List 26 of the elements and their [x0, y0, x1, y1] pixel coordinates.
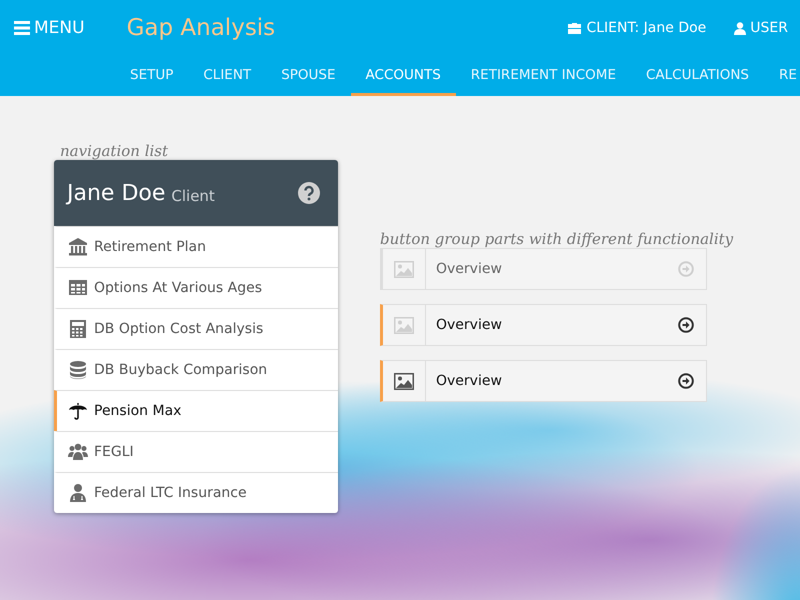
navigation-item[interactable]: Retirement Plan: [54, 226, 338, 267]
overview-button[interactable]: Overview: [426, 249, 666, 289]
overview-button[interactable]: Overview: [426, 305, 666, 345]
client-name: Jane Doe: [67, 180, 166, 206]
database-icon: [68, 360, 88, 380]
app-title: Gap Analysis: [126, 15, 276, 41]
navigation-item[interactable]: DB Option Cost Analysis: [54, 308, 338, 349]
doctor-icon: [68, 483, 88, 503]
navigation-caption: navigation list: [59, 142, 170, 160]
table-icon: [68, 278, 88, 298]
umbrella-icon: [68, 401, 88, 421]
button-group-caption: button group parts with different functionality: [380, 230, 734, 248]
navigation-item[interactable]: FEGLI: [54, 431, 338, 472]
menu-icon: [14, 21, 30, 35]
navigation-item[interactable]: Options At Various Ages: [54, 267, 338, 308]
user-icon: [734, 22, 746, 34]
group-icon: [68, 442, 88, 462]
navigation-item[interactable]: DB Buyback Comparison: [54, 349, 338, 390]
overview-button[interactable]: Overview: [426, 361, 666, 401]
bank-icon: [68, 237, 88, 257]
help-icon[interactable]: [298, 182, 320, 204]
navigation-item[interactable]: Federal LTC Insurance: [54, 472, 338, 513]
client-role: Client: [171, 187, 215, 205]
calculator-icon: [68, 319, 88, 339]
navigation-item[interactable]: Pension Max: [54, 390, 338, 431]
briefcase-icon: [567, 22, 582, 34]
